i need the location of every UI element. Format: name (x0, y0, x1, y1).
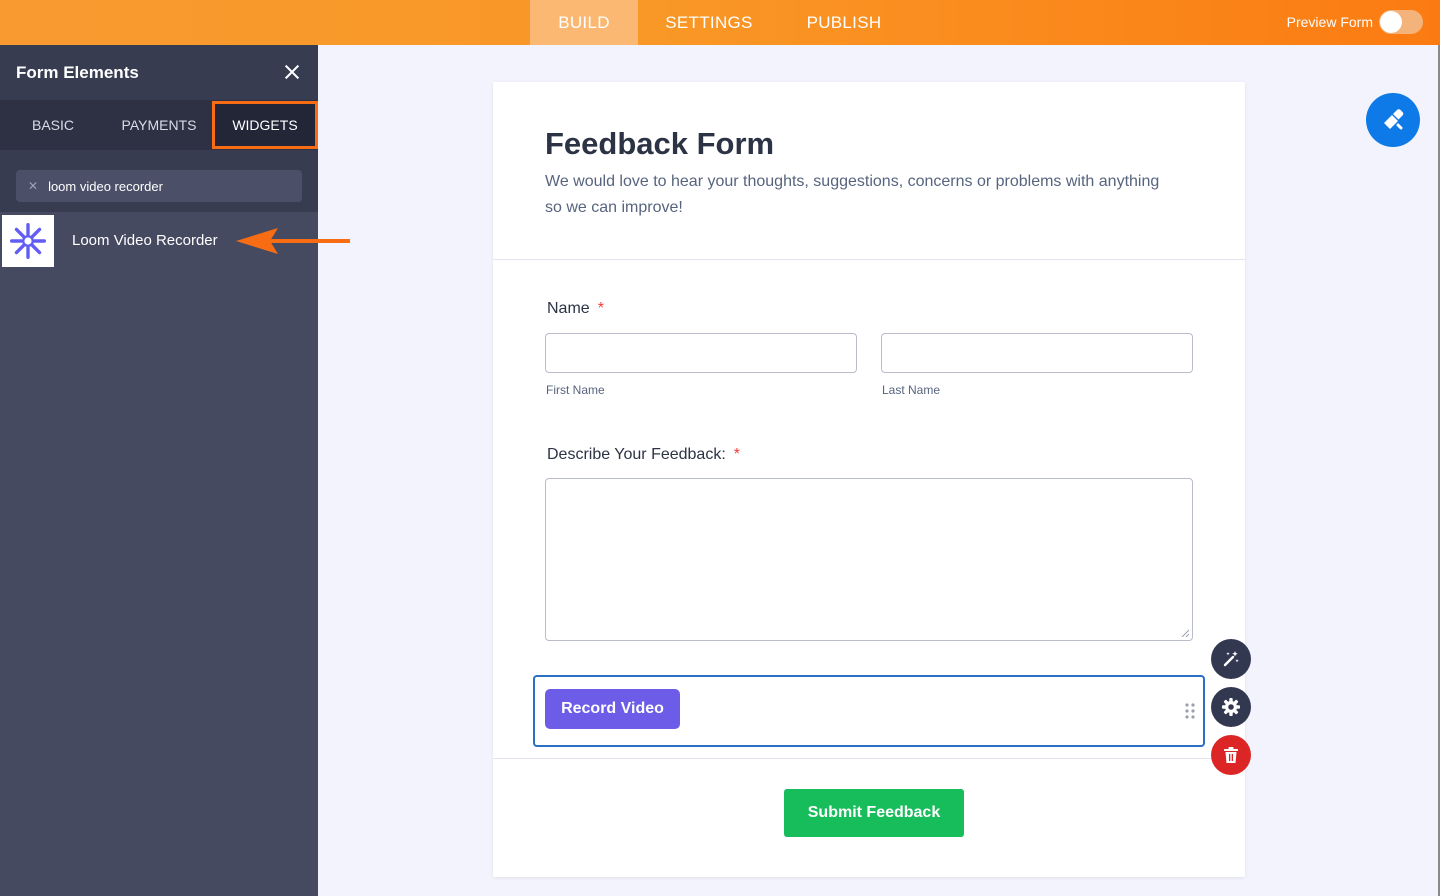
wand-button[interactable] (1211, 639, 1251, 679)
panel-title: Form Elements (16, 62, 139, 82)
form-title[interactable]: Feedback Form (545, 126, 774, 162)
panel-header: Form Elements (0, 45, 318, 100)
form-designer-button[interactable] (1366, 93, 1420, 147)
delete-button[interactable] (1211, 735, 1251, 775)
last-name-input[interactable] (881, 333, 1193, 373)
feedback-label[interactable]: Describe Your Feedback: * (547, 446, 740, 464)
settings-button[interactable] (1211, 687, 1251, 727)
panel-tabs: BASIC PAYMENTS WIDGETS (0, 100, 318, 150)
tab-payments[interactable]: PAYMENTS (106, 100, 212, 150)
tab-settings[interactable]: SETTINGS (638, 0, 780, 45)
resize-handle-icon[interactable] (1181, 629, 1189, 637)
search-wrap: ✕ loom video recorder (0, 150, 318, 212)
magic-wand-icon (1223, 651, 1239, 667)
name-label[interactable]: Name * (547, 300, 604, 318)
top-bar: BUILD SETTINGS PUBLISH Preview Form (0, 0, 1440, 45)
preview-form-label: Preview Form (1286, 14, 1373, 30)
gear-icon (1222, 698, 1240, 716)
arrow-pointer-icon (236, 228, 350, 254)
header-divider (493, 259, 1245, 260)
paint-roller-icon (1384, 109, 1404, 130)
drag-handle-icon[interactable] (1185, 703, 1195, 719)
feedback-textarea[interactable] (545, 478, 1193, 641)
submit-feedback-button[interactable]: Submit Feedback (784, 789, 964, 837)
close-icon[interactable] (283, 64, 301, 82)
name-label-text: Name (547, 300, 590, 317)
first-name-input[interactable] (545, 333, 857, 373)
widget-result-label: Loom Video Recorder (72, 232, 218, 249)
footer-divider (493, 758, 1245, 759)
preview-form-toggle[interactable] (1379, 10, 1423, 34)
last-name-sublabel: Last Name (882, 383, 941, 397)
trash-icon (1224, 747, 1238, 763)
feedback-label-text: Describe Your Feedback: (547, 446, 726, 463)
required-mark: * (733, 446, 741, 463)
search-value: loom video recorder (48, 178, 163, 194)
tab-build[interactable]: BUILD (530, 0, 638, 45)
clear-search-icon[interactable]: ✕ (28, 179, 38, 193)
tab-publish[interactable]: PUBLISH (780, 0, 908, 45)
first-name-sublabel: First Name (546, 383, 605, 397)
tab-basic[interactable]: BASIC (0, 100, 106, 150)
form-elements-panel: Form Elements BASIC PAYMENTS WIDGETS ✕ l… (0, 45, 318, 896)
loom-widget-field[interactable]: Record Video (533, 675, 1205, 747)
toggle-knob (1380, 11, 1402, 33)
preview-form-control: Preview Form (1287, 10, 1423, 34)
form-description[interactable]: We would love to hear your thoughts, sug… (545, 169, 1165, 221)
search-input[interactable]: ✕ loom video recorder (16, 170, 302, 202)
top-nav: BUILD SETTINGS PUBLISH (530, 0, 908, 45)
record-video-button[interactable]: Record Video (545, 689, 680, 729)
form-card: Feedback Form We would love to hear your… (493, 82, 1245, 877)
tab-widgets[interactable]: WIDGETS (212, 101, 318, 149)
loom-icon (2, 214, 54, 267)
required-mark: * (597, 300, 604, 317)
